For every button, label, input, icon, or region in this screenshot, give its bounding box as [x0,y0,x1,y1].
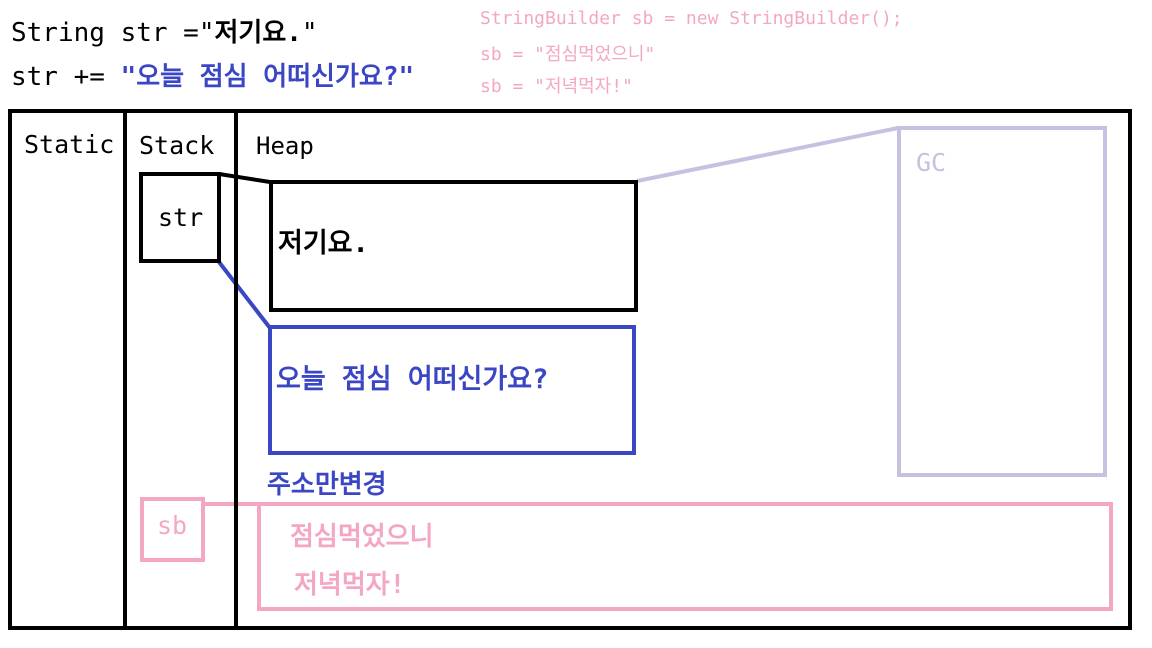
sb-buffer-text-1: 점심먹었으니 [290,522,434,552]
sb-buffer-text-2: 저녁먹자! [294,570,406,600]
gc-label: GC [916,148,947,177]
heap-label: Heap [256,132,314,160]
static-divider [123,109,127,630]
address-change-note: 주소만변경 [267,470,387,500]
stack-label: Stack [139,131,215,160]
heap-object-2-text: 오늘 점심 어떠신가요? [276,364,549,395]
str-variable-label: str [158,203,204,232]
static-label: Static [24,130,115,159]
sb-variable-label: sb [157,511,188,540]
heap-object-1-text: 저기요. [278,228,369,259]
stack-divider [234,109,238,630]
gc-area [897,126,1107,477]
